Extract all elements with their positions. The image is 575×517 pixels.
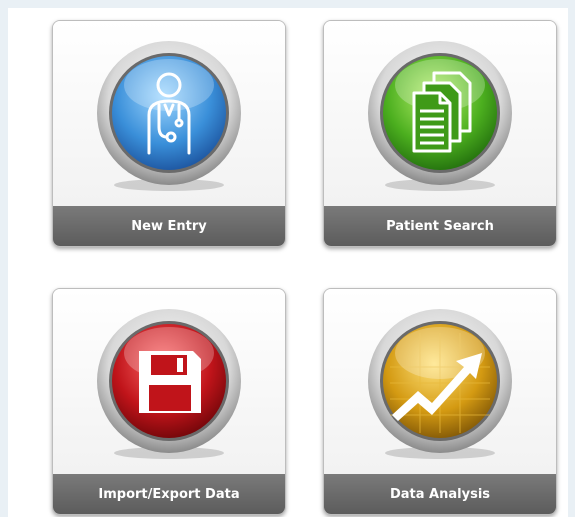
tile-icon-area xyxy=(324,21,556,206)
data-analysis-tile[interactable]: Data Analysis xyxy=(323,288,557,515)
documents-icon xyxy=(360,35,520,195)
main-panel: New Entry Patient Search Import/Export D… xyxy=(8,8,568,517)
patient-search-label: Patient Search xyxy=(324,206,556,246)
tile-icon-area xyxy=(324,289,556,474)
doctor-icon xyxy=(89,35,249,195)
tile-icon-area xyxy=(53,289,285,474)
new-entry-label: New Entry xyxy=(53,206,285,246)
growth-chart-icon xyxy=(360,303,520,463)
import-export-tile[interactable]: Import/Export Data xyxy=(52,288,286,515)
patient-search-tile[interactable]: Patient Search xyxy=(323,20,557,247)
import-export-label: Import/Export Data xyxy=(53,474,285,514)
floppy-disk-icon xyxy=(89,303,249,463)
tile-icon-area xyxy=(53,21,285,206)
new-entry-tile[interactable]: New Entry xyxy=(52,20,286,247)
data-analysis-label: Data Analysis xyxy=(324,474,556,514)
